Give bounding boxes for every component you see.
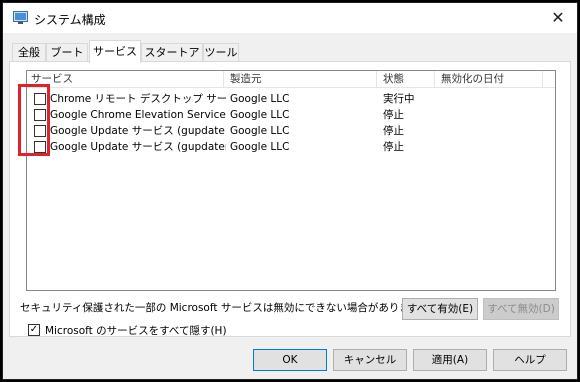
service-row[interactable]: Chrome リモート デスクトップ サービス Google LLC 実行中 [27,91,555,107]
disable-all-button[interactable]: すべて無効(D) [483,298,559,320]
service-name: Google Update サービス (gupdatem) [50,141,226,153]
checkbox-highlight-box [18,84,50,156]
title-bar: システム構成 ✕ [3,3,577,33]
help-button[interactable]: ヘルプ [493,349,567,371]
column-service[interactable]: サービス [27,71,223,88]
column-maker[interactable]: 製造元 [226,71,376,88]
service-row[interactable]: Google Update サービス (gupdatem) Google LLC… [27,139,555,155]
service-maker: Google LLC [230,125,290,137]
service-status: 実行中 [383,93,415,105]
system-config-icon [13,11,28,24]
services-list[interactable]: サービス 製造元 状態 無効化の日付 Chrome リモート デスクトップ サー… [26,70,556,291]
column-divider[interactable] [434,71,435,88]
service-row[interactable]: Google Update サービス (gupdate) Google LLC … [27,123,555,139]
service-status: 停止 [383,125,404,137]
column-disabled-date[interactable]: 無効化の日付 [437,71,542,88]
close-button[interactable]: ✕ [547,7,569,29]
service-name: Google Chrome Elevation Service (G... [50,109,226,121]
apply-button[interactable]: 適用(A) [413,349,487,371]
service-status: 停止 [383,141,404,153]
window-title: システム構成 [34,13,106,27]
hide-microsoft-checkbox[interactable]: ✓ [28,324,40,336]
service-maker: Google LLC [230,109,290,121]
list-header: サービス 製造元 状態 無効化の日付 [27,71,555,88]
system-config-window: システム構成 ✕ 全般 ブート サービス スタートアップ ツール サービス 製造… [2,2,578,380]
tab-services[interactable]: サービス [89,40,141,63]
protected-services-note: セキュリティ保護された一部の Microsoft サービスは無効にできない場合が… [20,302,430,314]
service-maker: Google LLC [230,141,290,153]
ok-button[interactable]: OK [253,349,327,371]
service-maker: Google LLC [230,93,290,105]
column-status[interactable]: 状態 [379,71,434,88]
cancel-button[interactable]: キャンセル [333,349,407,371]
service-name: Chrome リモート デスクトップ サービス [50,93,226,105]
tab-boot[interactable]: ブート [46,43,88,62]
services-panel: サービス 製造元 状態 無効化の日付 Chrome リモート デスクトップ サー… [9,61,571,337]
column-divider[interactable] [376,71,377,88]
tab-startup[interactable]: スタートアップ [141,43,203,76]
column-divider[interactable] [542,71,543,88]
service-status: 停止 [383,109,404,121]
service-row[interactable]: Google Chrome Elevation Service (G... Go… [27,107,555,123]
hide-microsoft-label: Microsoft のサービスをすべて隠す(H) [45,325,227,337]
tab-general[interactable]: 全般 [12,43,46,62]
tab-bar: 全般 ブート サービス スタートアップ ツール [9,40,569,76]
service-name: Google Update サービス (gupdate) [50,125,226,137]
checkmark-icon: ✓ [29,324,39,335]
close-icon: ✕ [551,8,565,27]
column-divider[interactable] [223,71,224,88]
enable-all-button[interactable]: すべて有効(E) [402,298,478,320]
tab-tools[interactable]: ツール [203,43,239,62]
